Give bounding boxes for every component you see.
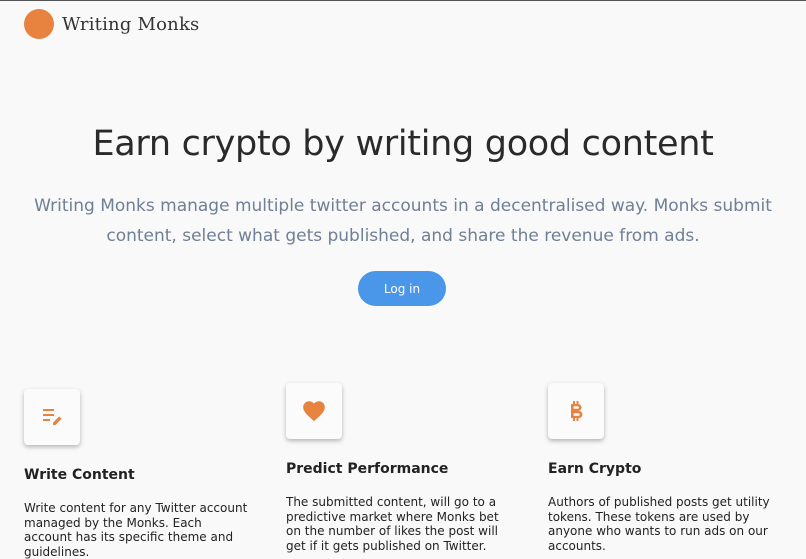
feature-title: Write Content: [24, 467, 135, 483]
heart-icon: [303, 401, 325, 422]
bitcoin-icon: [571, 401, 583, 421]
feature-icon-box: [548, 383, 604, 439]
brand-name: Writing Monks: [62, 13, 200, 35]
hero-title: Earn crypto by writing good content: [92, 124, 714, 164]
feature-write-content: Write Content Write content for any Twit…: [24, 389, 254, 559]
feature-icon-box: [286, 383, 342, 439]
feature-description: Authors of published posts get utility t…: [548, 495, 770, 553]
feature-earn-crypto: Earn Crypto Authors of published posts g…: [548, 383, 778, 553]
feature-description: Write content for any Twitter account ma…: [24, 501, 248, 559]
logo-circle-icon: [24, 9, 54, 39]
feature-icon-box: [24, 389, 80, 445]
hero-subtitle: Writing Monks manage multiple twitter ac…: [34, 196, 772, 246]
notes-edit-icon: [43, 409, 62, 425]
feature-title: Earn Crypto: [548, 461, 642, 477]
feature-description: The submitted content, will go to a pred…: [286, 495, 499, 553]
feature-predict-performance: Predict Performance The submitted conten…: [286, 383, 516, 553]
brand-link[interactable]: Writing Monks: [24, 9, 200, 39]
feature-title: Predict Performance: [286, 461, 449, 477]
login-button[interactable]: Log in: [358, 271, 446, 306]
